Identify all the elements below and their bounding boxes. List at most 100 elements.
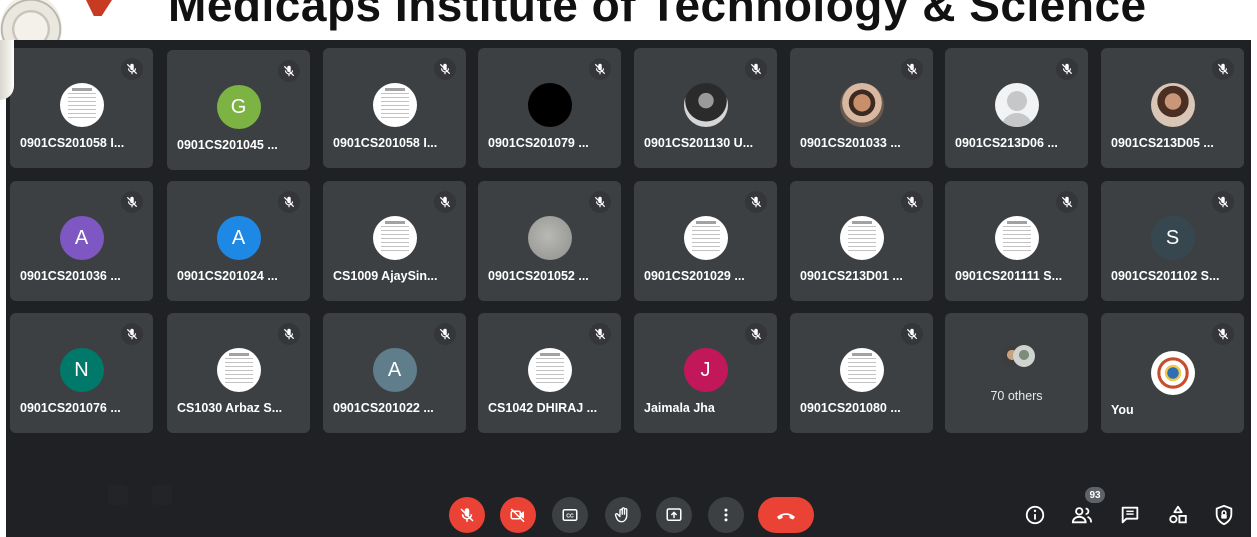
avatar-photo: [216, 348, 261, 392]
mic-off-icon: [439, 63, 451, 75]
participant-tile[interactable]: CS1030 Arbaz S...: [167, 313, 310, 433]
logo-flag-mark: [86, 0, 112, 16]
raise-hand-button[interactable]: [605, 497, 641, 533]
participant-tile[interactable]: 0901CS213D06 ...: [945, 48, 1088, 168]
participant-tile[interactable]: 0901CS213D05 ...: [1101, 48, 1244, 168]
mic-off-icon: [283, 328, 295, 340]
camera-off-icon: [510, 508, 525, 523]
raise-hand-icon: [614, 507, 628, 523]
participant-tile[interactable]: 0901CS201130 U...: [634, 48, 777, 168]
muted-indicator: [901, 58, 923, 80]
chat-button[interactable]: [1118, 503, 1142, 527]
muted-indicator: [745, 191, 767, 213]
mic-off-icon: [1061, 63, 1073, 75]
present-screen-icon: [666, 508, 682, 521]
end-call-button[interactable]: [758, 497, 814, 533]
self-tile[interactable]: You: [1101, 313, 1244, 433]
participant-name: 0901CS201130 U...: [644, 136, 754, 150]
svg-text:CC: CC: [566, 514, 574, 520]
chat-icon: [1121, 506, 1139, 524]
participant-tile[interactable]: 0901CS201111 S...: [945, 181, 1088, 301]
mic-off-icon: [906, 63, 918, 75]
logo-overflow: [0, 40, 14, 100]
left-margin: [0, 40, 6, 537]
muted-indicator: [745, 58, 767, 80]
participant-name: 0901CS201102 S...: [1111, 269, 1220, 283]
participant-tile[interactable]: 0901CS201033 ...: [790, 48, 933, 168]
mic-off-icon: [126, 196, 138, 208]
participant-name: 0901CS201058 I...: [333, 136, 438, 150]
participant-tile[interactable]: 0901CS201052 ...: [478, 181, 621, 301]
participant-name: 0901CS213D05 ...: [1111, 136, 1214, 150]
participant-name: 0901CS201052 ...: [488, 269, 589, 283]
muted-indicator: [901, 191, 923, 213]
muted-indicator: [589, 191, 611, 213]
participant-name: CS1009 AjaySin...: [333, 269, 438, 283]
avatar-photo: [839, 348, 884, 392]
participant-tile[interactable]: A 0901CS201036 ...: [10, 181, 153, 301]
avatar-photo: [683, 216, 728, 260]
avatar-photo: [839, 83, 884, 127]
participant-tile[interactable]: CS1009 AjaySin...: [323, 181, 466, 301]
end-call-icon: [777, 513, 795, 520]
present-button[interactable]: [656, 497, 692, 533]
mic-toggle-button[interactable]: [449, 497, 485, 533]
captions-button[interactable]: CC: [552, 497, 588, 533]
participant-tile[interactable]: 0901CS201058 I...: [10, 48, 153, 168]
others-avatars: [1000, 345, 1035, 373]
meeting-details-button[interactable]: [1023, 503, 1047, 527]
participant-tile[interactable]: G 0901CS201045 ...: [167, 50, 310, 170]
muted-indicator: [901, 323, 923, 345]
muted-indicator: [278, 60, 300, 82]
participant-tile[interactable]: 0901CS201080 ...: [790, 313, 933, 433]
more-options-button[interactable]: [708, 497, 744, 533]
participant-tile[interactable]: A 0901CS201022 ...: [323, 313, 466, 433]
participant-tile[interactable]: 0901CS201058 I...: [323, 48, 466, 168]
mic-off-icon: [594, 63, 606, 75]
participant-name: 0901CS201022 ...: [333, 401, 434, 415]
mic-off-icon: [126, 328, 138, 340]
others-count-label: 70 others: [990, 389, 1043, 403]
participant-tile[interactable]: S 0901CS201102 S...: [1101, 181, 1244, 301]
muted-indicator: [121, 323, 143, 345]
participant-name: 0901CS201111 S...: [955, 269, 1063, 283]
participant-tile[interactable]: 0901CS213D01 ...: [790, 181, 933, 301]
muted-indicator: [121, 191, 143, 213]
participant-name: 0901CS201080 ...: [800, 401, 901, 415]
muted-indicator: [1212, 323, 1234, 345]
people-button[interactable]: [1070, 503, 1094, 527]
shield-lock-icon: [1215, 504, 1233, 526]
participant-count-badge: 93: [1085, 487, 1105, 503]
participant-tile[interactable]: 0901CS201029 ...: [634, 181, 777, 301]
avatar-photo: [839, 216, 884, 260]
muted-indicator: [434, 191, 456, 213]
ghost-shape: [152, 485, 172, 505]
participant-tile[interactable]: J Jaimala Jha: [634, 313, 777, 433]
mic-off-icon: [126, 63, 138, 75]
participant-tile[interactable]: CS1042 DHIRAJ ...: [478, 313, 621, 433]
avatar-photo: [372, 83, 417, 127]
avatar-initial: A: [59, 216, 104, 260]
participant-name: 0901CS201076 ...: [20, 401, 121, 415]
self-avatar: [1150, 351, 1195, 395]
others-tile[interactable]: 70 others: [945, 313, 1088, 433]
mic-off-icon: [283, 65, 295, 77]
participant-tile[interactable]: A 0901CS201024 ...: [167, 181, 310, 301]
avatar-photo: [1150, 83, 1195, 127]
shared-slide-header: Medicaps Institute of Technology & Scien…: [0, 0, 1257, 40]
camera-toggle-button[interactable]: [500, 497, 536, 533]
mic-off-icon: [906, 196, 918, 208]
participant-tile[interactable]: N 0901CS201076 ...: [10, 313, 153, 433]
self-name: You: [1111, 403, 1134, 417]
activities-button[interactable]: [1166, 503, 1190, 527]
slide-title: Medicaps Institute of Technology & Scien…: [168, 0, 1147, 31]
participant-tile[interactable]: 0901CS201079 ...: [478, 48, 621, 168]
participant-name: 0901CS213D01 ...: [800, 269, 903, 283]
host-controls-button[interactable]: [1212, 503, 1236, 527]
right-margin: [1251, 0, 1257, 537]
participant-name: 0901CS201029 ...: [644, 269, 745, 283]
more-vertical-icon: [724, 508, 728, 522]
muted-indicator: [278, 191, 300, 213]
mic-off-icon: [594, 196, 606, 208]
participant-name: CS1030 Arbaz S...: [177, 401, 283, 415]
